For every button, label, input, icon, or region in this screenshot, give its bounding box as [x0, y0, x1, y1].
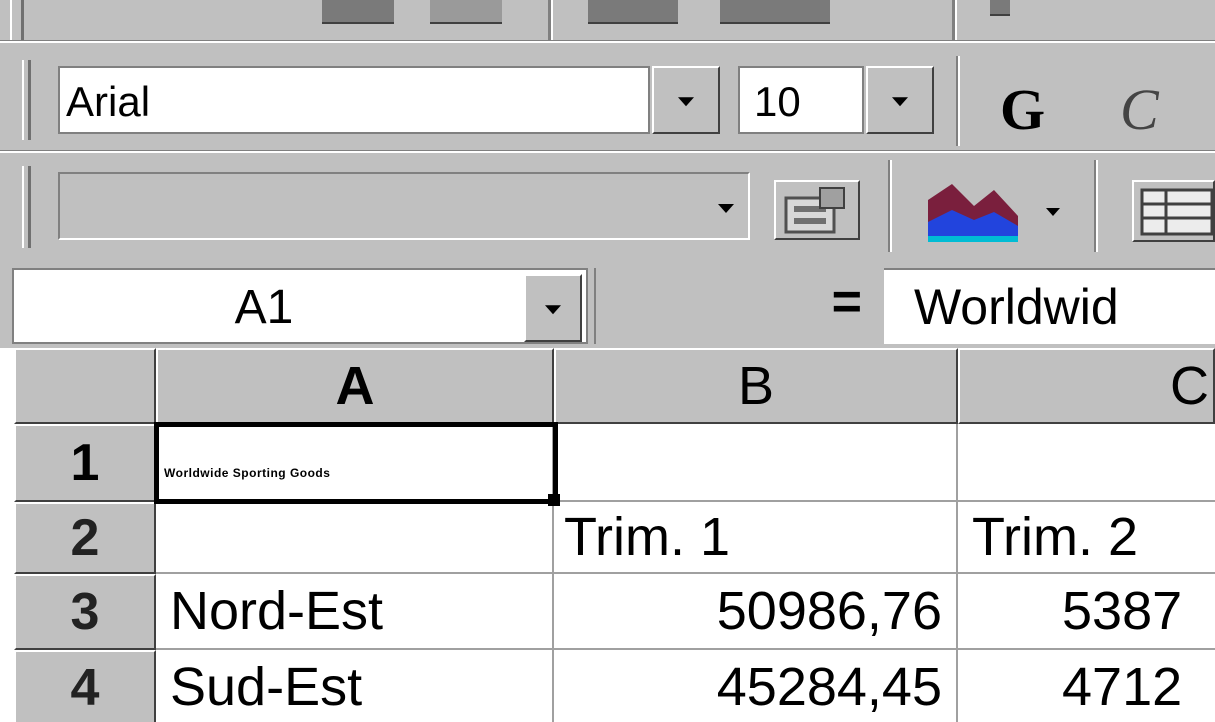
cell-c2[interactable]: Trim. 2 [958, 502, 1215, 574]
equals-button[interactable]: = [832, 272, 862, 332]
formula-bar-buttons: = [594, 268, 882, 344]
toolbar-separator [888, 160, 892, 252]
cell-b2-text: Trim. 1 [564, 507, 730, 567]
fill-handle[interactable] [548, 494, 560, 506]
toolbar-divider [0, 40, 1215, 43]
toolbar-separator [548, 0, 553, 40]
font-name-dropdown-button[interactable] [652, 66, 720, 134]
cell-a3[interactable]: Nord-Est [156, 574, 554, 650]
cell-b3[interactable]: 50986,76 [554, 574, 958, 650]
chevron-down-icon[interactable] [1046, 208, 1060, 216]
disabled-combo[interactable] [58, 172, 750, 240]
font-name-combo[interactable]: Arial [58, 66, 650, 134]
row-header-2[interactable]: 2 [14, 502, 156, 574]
cell-c3[interactable]: 5387 [958, 574, 1215, 650]
column-header-c[interactable]: C [958, 348, 1215, 424]
chevron-down-icon [892, 97, 908, 107]
name-box[interactable]: A1 [12, 268, 588, 344]
properties-button[interactable] [774, 180, 860, 240]
formula-input[interactable]: Worldwid [884, 268, 1215, 344]
italic-button[interactable]: C [1120, 76, 1159, 143]
formula-text: Worldwid [914, 279, 1119, 335]
column-header-a[interactable]: A [156, 348, 554, 424]
cell-b3-text: 50986,76 [716, 581, 942, 641]
chevron-down-icon [678, 97, 694, 107]
cell-a4-text: Sud-Est [170, 657, 363, 717]
cell-b4[interactable]: 45284,45 [554, 650, 958, 722]
font-size-value: 10 [754, 78, 801, 125]
toolbar-button[interactable] [990, 0, 1010, 16]
font-size-combo[interactable]: 10 [738, 66, 864, 134]
chevron-down-icon [718, 204, 734, 213]
toolbar-separator [1094, 160, 1098, 252]
cell-c4[interactable]: 4712 [958, 650, 1215, 722]
row-header-3[interactable]: 3 [14, 574, 156, 650]
select-all-corner[interactable] [14, 348, 156, 424]
font-size-dropdown-button[interactable] [866, 66, 934, 134]
cell-b4-text: 45284,45 [716, 657, 942, 717]
cell-a2[interactable] [156, 502, 554, 574]
cell-a3-text: Nord-Est [170, 581, 384, 641]
toolbar-divider [0, 150, 1215, 153]
chevron-down-icon [545, 305, 561, 315]
toolbar-grip[interactable] [10, 0, 24, 40]
cell-b1[interactable] [554, 424, 958, 502]
cell-b2[interactable]: Trim. 1 [554, 502, 958, 574]
cell-c2-text: Trim. 2 [972, 507, 1138, 567]
active-cell-outline [154, 422, 558, 504]
toolbar-separator [952, 0, 957, 40]
table-icon [1140, 188, 1214, 236]
table-button[interactable] [1132, 180, 1215, 242]
toolbar-button[interactable] [588, 0, 678, 24]
bold-button[interactable]: G [1000, 76, 1045, 143]
row-header-4[interactable]: 4 [14, 650, 156, 722]
name-box-value: A1 [234, 281, 294, 334]
toolbar-grip[interactable] [22, 166, 31, 248]
cell-c1[interactable] [958, 424, 1215, 502]
toolbar-button[interactable] [322, 0, 394, 24]
cell-c4-text: 4712 [1062, 657, 1183, 717]
cell-a4[interactable]: Sud-Est [156, 650, 554, 722]
cell-c3-text: 5387 [1062, 581, 1183, 641]
toolbar-button[interactable] [430, 0, 502, 24]
toolbar-separator [956, 56, 960, 146]
properties-icon [784, 187, 845, 234]
toolbar-button[interactable] [720, 0, 830, 24]
font-name-value: Arial [66, 78, 151, 125]
column-header-b[interactable]: B [554, 348, 958, 424]
area-chart-icon [928, 184, 1018, 242]
name-box-dropdown-button[interactable] [524, 274, 582, 342]
row-header-1[interactable]: 1 [14, 424, 156, 502]
spreadsheet-grid: A B C 1 Worldwide Sporting Goods 2 Trim.… [0, 348, 1215, 722]
toolbar-grip[interactable] [22, 60, 31, 140]
chart-type-button[interactable] [922, 176, 1022, 246]
